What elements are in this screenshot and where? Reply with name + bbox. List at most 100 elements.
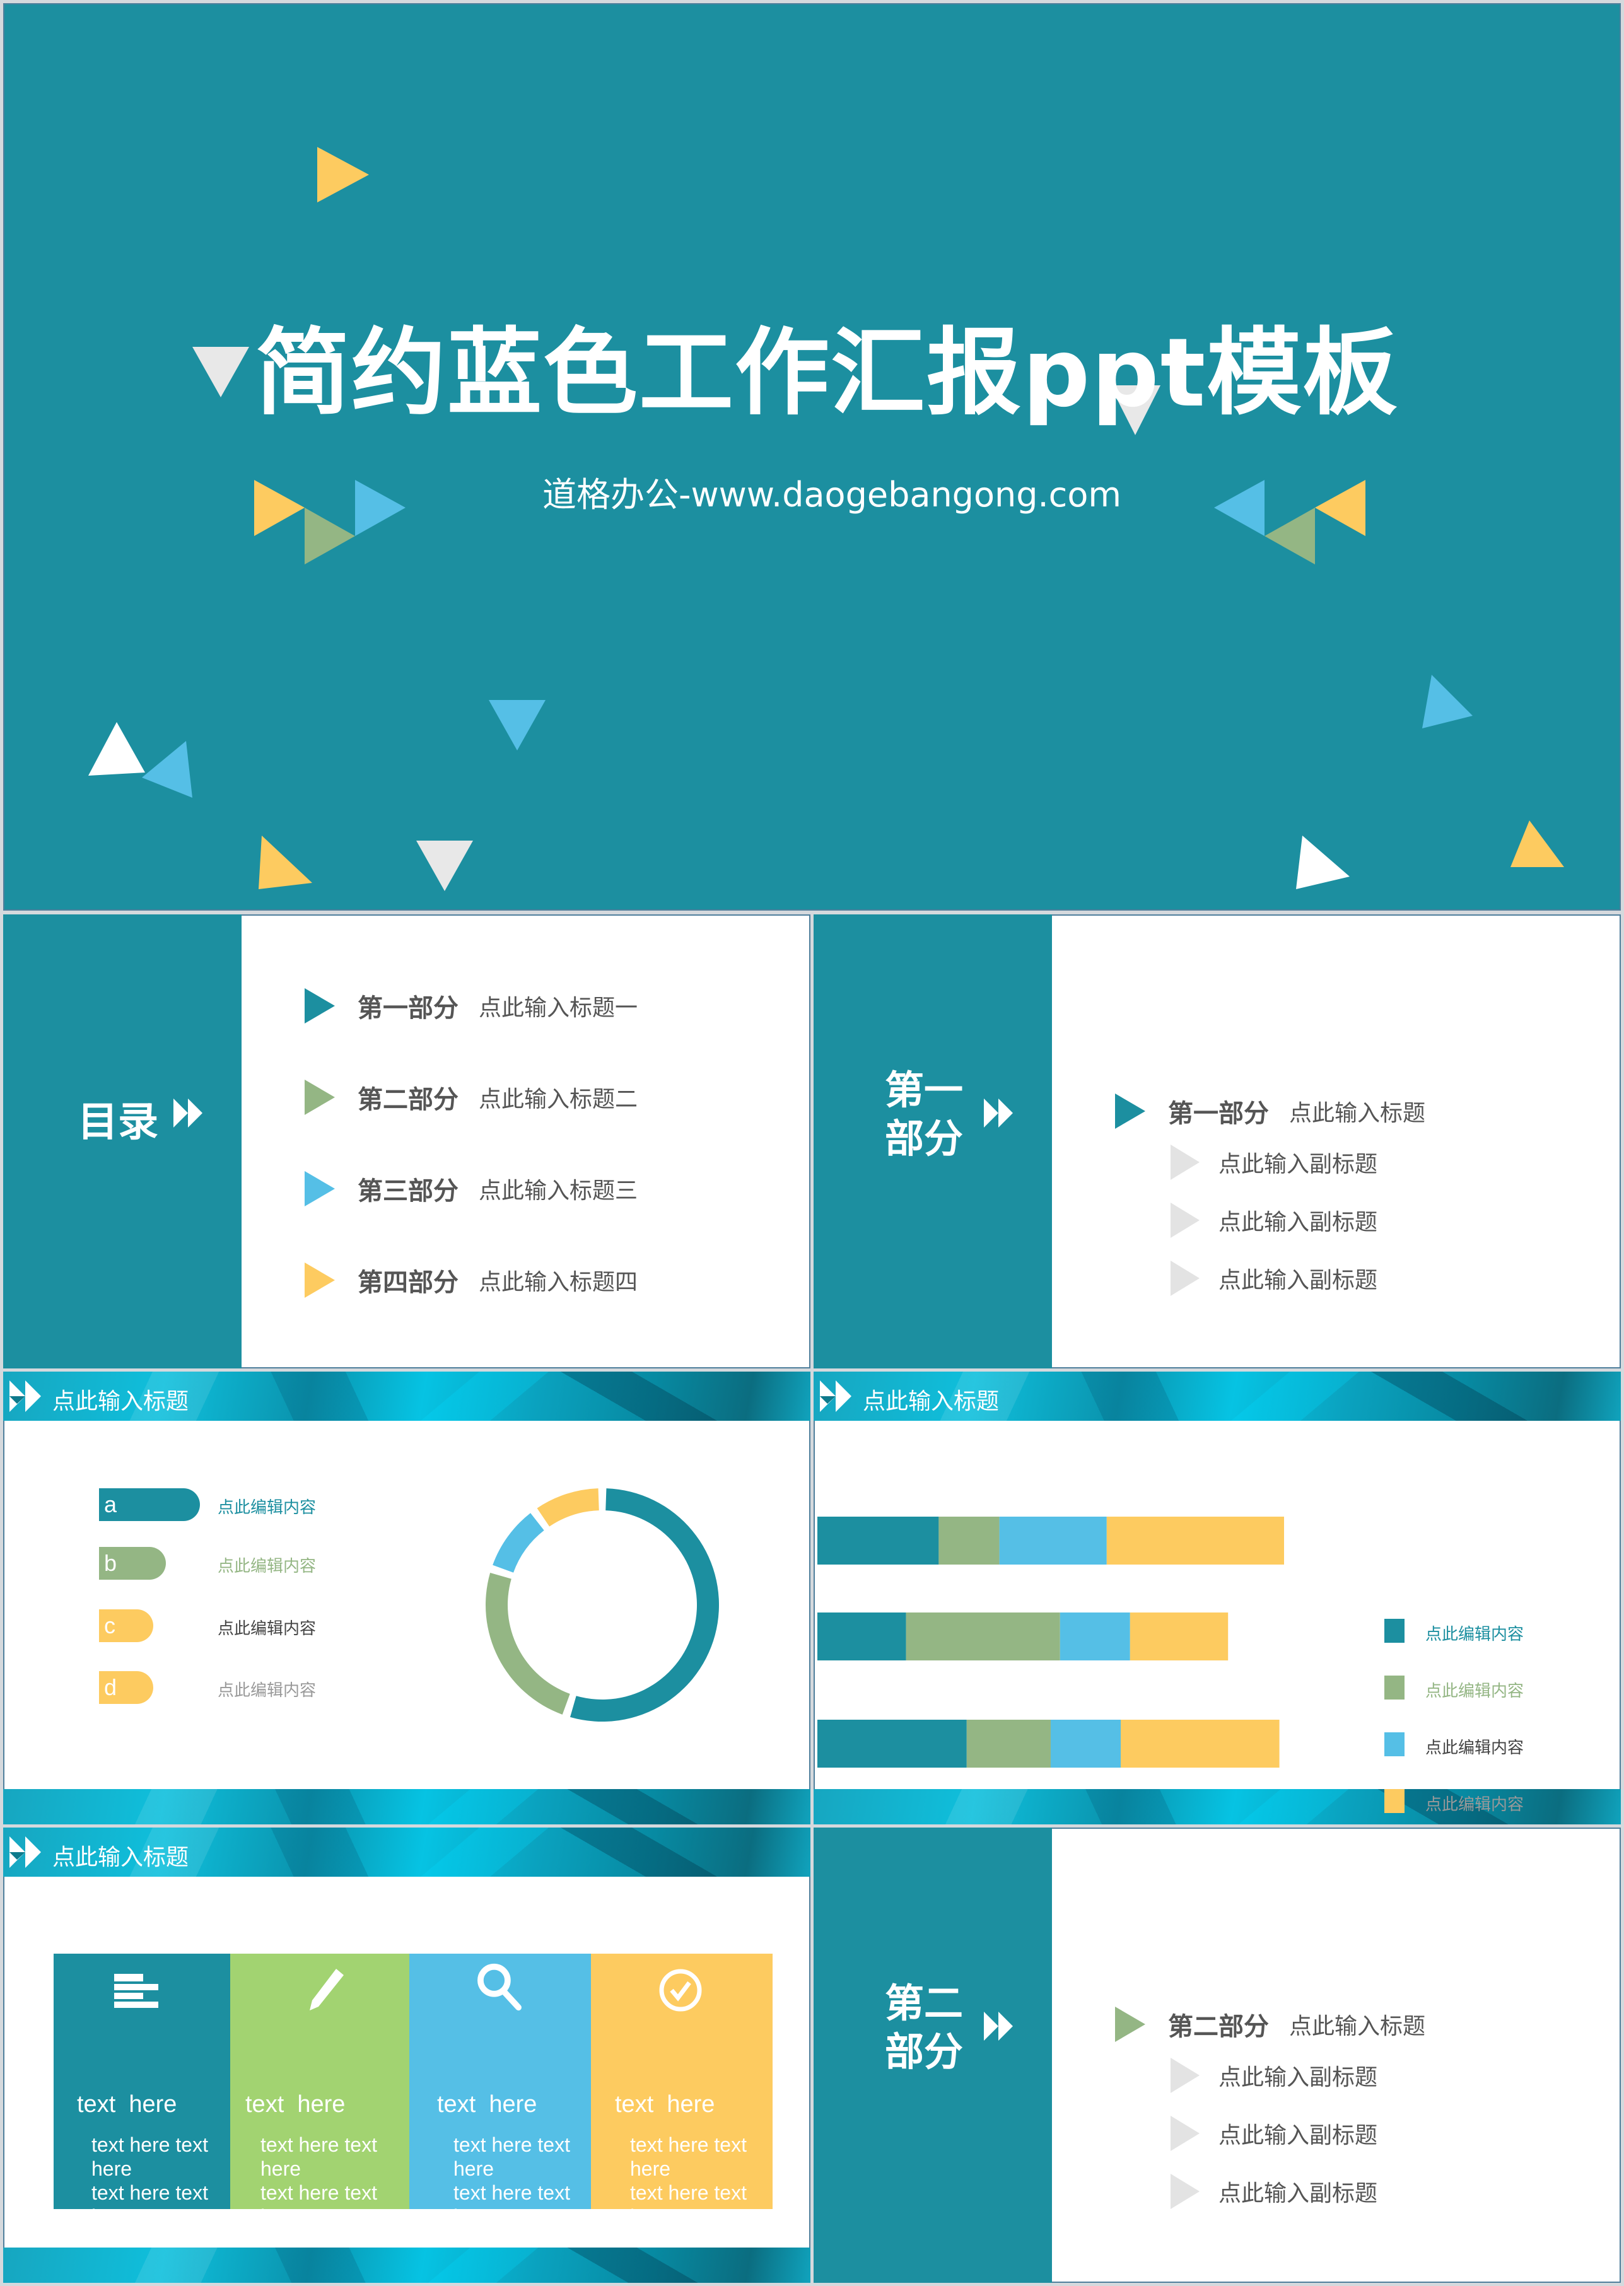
section-part-label: 第一部分 <box>1168 1099 1269 1128</box>
card-3[interactable]: text here text here text here text here t… <box>409 1954 591 2228</box>
bar-segment <box>1106 1517 1284 1565</box>
toc-item-3[interactable]: 第三部分 点此输入标题三 <box>305 1167 638 1211</box>
bar-segment <box>1051 1720 1121 1768</box>
triangle-icon <box>416 841 473 891</box>
legend-swatch-4 <box>1384 1789 1405 1813</box>
toc-desc: 点此输入标题三 <box>479 1178 638 1204</box>
section2-sidebar: 第二 部分 <box>814 1828 1052 2283</box>
triangle-icon <box>254 480 305 536</box>
double-arrow-icon <box>173 1099 202 1128</box>
bar-segment <box>938 1517 1000 1565</box>
donut-slice-c <box>493 1513 544 1573</box>
bar-segment <box>817 1720 967 1768</box>
legend-text-2: 点此编辑内容 <box>1425 1682 1524 1701</box>
toc-item-4[interactable]: 第四部分 点此输入标题四 <box>305 1258 638 1302</box>
legend-text-d: 点此编辑内容 <box>218 1681 317 1700</box>
gray-triangle-icon <box>1171 2116 1200 2151</box>
section2-slide[interactable]: 第二 部分 第二部分 点此输入标题 点此输入副标题 点此输入副标题 点此输入副标… <box>814 1828 1621 2283</box>
cover-slide[interactable]: 简约蓝色工作汇报ppt模板 道格办公-www.daogebangong.com <box>3 3 1621 911</box>
bar-segment <box>999 1517 1107 1565</box>
toc-item-2[interactable]: 第二部分 点此输入标题二 <box>305 1075 638 1119</box>
donut-chart <box>486 1488 719 1722</box>
subtitle-text: 点此输入副标题 <box>1218 2065 1378 2091</box>
slide-header-title: 点此输入标题 <box>863 1389 1000 1414</box>
section1-title-row[interactable]: 第一部分 点此输入标题 <box>1115 1093 1425 1129</box>
check-circle-icon <box>659 1969 702 2012</box>
triangle-marker-icon <box>1115 1093 1145 1129</box>
card-body: text here text here text here text here <box>260 2133 377 2228</box>
section-desc: 点此输入标题 <box>1289 1100 1426 1126</box>
stacked-bar-chart <box>817 1517 1284 1768</box>
bar-segment <box>1121 1720 1280 1768</box>
legend-text-c: 点此编辑内容 <box>218 1619 317 1638</box>
donut-chart-slide[interactable]: 点此输入标题 a 点此编辑内容 b 点此编辑内容 c 点此编辑内容 d 点此编辑… <box>3 1372 810 1824</box>
subtitle-text: 点此输入副标题 <box>1218 1210 1378 1235</box>
section1-sub-1[interactable]: 点此输入副标题 <box>1171 1145 1377 1180</box>
toc-item-1[interactable]: 第一部分 点此输入标题一 <box>305 984 638 1028</box>
triangle-icon <box>489 700 546 750</box>
toc-part-label: 第一部分 <box>358 994 459 1023</box>
card-heading: text here <box>437 2091 537 2118</box>
decorative-triangles <box>88 147 1564 891</box>
bar-segment <box>906 1612 1060 1660</box>
toc-part-label: 第三部分 <box>358 1177 459 1206</box>
subtitle-text: 点此输入副标题 <box>1218 2181 1378 2207</box>
section2-title-row[interactable]: 第二部分 点此输入标题 <box>1115 2006 1425 2043</box>
legend-text-a: 点此编辑内容 <box>218 1498 317 1517</box>
bar-segment <box>817 1517 939 1565</box>
triangle-marker-icon <box>305 1080 335 1115</box>
gray-triangle-icon <box>1171 1203 1200 1238</box>
toc-desc: 点此输入标题二 <box>479 1087 638 1112</box>
section2-sub-3[interactable]: 点此输入副标题 <box>1171 2174 1377 2209</box>
double-arrow-icon <box>9 1836 41 1868</box>
triangle-marker-icon <box>1115 2007 1145 2042</box>
bar-segment <box>1060 1612 1130 1660</box>
card-2[interactable]: text here text here text here text here t… <box>230 1954 409 2228</box>
section2-side-line2: 部分 <box>885 2029 964 2075</box>
triangle-marker-icon <box>305 988 335 1023</box>
double-arrow-icon <box>9 1380 41 1412</box>
bar-segment <box>817 1612 906 1660</box>
cards-slide[interactable]: 点此输入标题 text here text here text here text… <box>3 1828 810 2283</box>
section1-side-line2: 部分 <box>885 1116 964 1162</box>
card-body: text here text here text here text here <box>453 2133 570 2228</box>
search-icon <box>477 1963 522 2011</box>
gray-triangle-icon <box>1171 1145 1200 1180</box>
card-heading: text here <box>615 2091 715 2118</box>
section1-sidebar: 第一 部分 <box>814 914 1052 1368</box>
triangle-icon <box>1422 675 1473 728</box>
triangle-icon <box>259 836 312 889</box>
legend-text-4: 点此编辑内容 <box>1425 1795 1524 1814</box>
legend-pill-b: b <box>99 1547 166 1580</box>
bar-chart-slide[interactable]: 点此输入标题 点此编辑内容 点此编辑内容 点此编辑内容 点此编辑内容 <box>814 1372 1621 1824</box>
donut-slice-b <box>486 1573 570 1715</box>
toc-sidebar: 目录 <box>3 914 242 1368</box>
triangle-icon <box>1315 480 1365 536</box>
triangle-icon <box>88 722 145 776</box>
triangle-icon <box>1296 836 1350 889</box>
gray-triangle-icon <box>1171 2174 1200 2209</box>
section1-sub-3[interactable]: 点此输入副标题 <box>1171 1261 1377 1296</box>
section1-sub-2[interactable]: 点此输入副标题 <box>1171 1203 1377 1238</box>
triangle-icon <box>1510 820 1564 867</box>
footer-bar <box>3 1789 810 1824</box>
triangle-icon <box>1214 480 1265 536</box>
triangle-icon <box>142 741 192 798</box>
card-4[interactable]: text here text here text here text here t… <box>591 1954 773 2228</box>
cover-title: 简约蓝色工作汇报ppt模板 <box>255 318 1399 428</box>
legend-text-b: 点此编辑内容 <box>218 1557 317 1576</box>
legend-swatch-2 <box>1384 1676 1405 1700</box>
legend-pill-a: a <box>99 1488 200 1521</box>
legend-swatch-1 <box>1384 1619 1405 1643</box>
section2-sub-1[interactable]: 点此输入副标题 <box>1171 2058 1377 2093</box>
toc-title: 目录 <box>78 1099 158 1146</box>
card-1[interactable]: text here text here text here text here t… <box>54 1954 230 2228</box>
triangle-icon <box>1265 508 1315 564</box>
triangle-icon <box>305 508 355 564</box>
section1-slide[interactable]: 第一 部分 第一部分 点此输入标题 点此输入副标题 点此输入副标题 点此输入副标… <box>814 914 1621 1368</box>
slide-header-title: 点此输入标题 <box>52 1389 189 1414</box>
donut-slice-a <box>570 1488 719 1722</box>
toc-slide[interactable]: 目录 第一部分 点此输入标题一 第二部分 点此输入标题二 第三部分 点此输入标题… <box>3 914 810 1368</box>
section-part-label: 第二部分 <box>1168 2012 1269 2041</box>
section2-sub-2[interactable]: 点此输入副标题 <box>1171 2116 1377 2151</box>
